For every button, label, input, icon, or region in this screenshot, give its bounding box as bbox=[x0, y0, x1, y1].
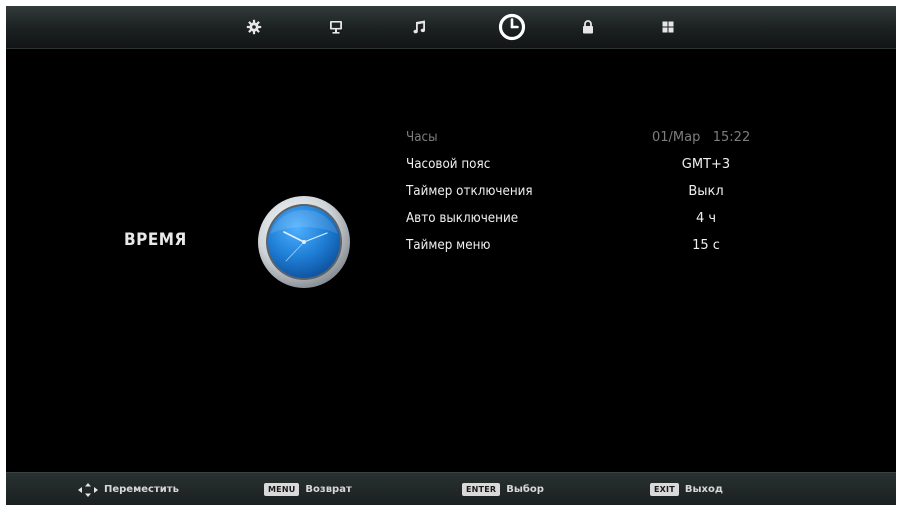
tab-display[interactable] bbox=[321, 12, 351, 42]
setting-value: 4 ч bbox=[695, 211, 717, 226]
setting-label: Часовой пояс bbox=[406, 157, 491, 172]
lock-icon bbox=[583, 20, 593, 34]
arrows-icon bbox=[78, 482, 98, 497]
tab-lock[interactable] bbox=[573, 12, 603, 42]
tv-menu-screen: ВРЕМЯ Часы 01/Мар 15:22 Часовой пояс GMT… bbox=[6, 6, 896, 505]
menu-tab-bar bbox=[6, 6, 896, 49]
key-help-bar: Переместить MENU Возврат ENTER Выбор EXI… bbox=[6, 472, 896, 505]
clock-icon bbox=[498, 13, 526, 41]
setting-label: Часы bbox=[406, 130, 438, 145]
hint-move-label: Переместить bbox=[104, 484, 179, 495]
setting-value: 15 с bbox=[692, 238, 720, 253]
hint-enter-label: Выбор bbox=[506, 484, 544, 495]
setting-row-auto-standby[interactable]: Авто выключение 4 ч bbox=[406, 205, 806, 232]
hint-menu-label: Возврат bbox=[305, 484, 352, 495]
setting-value: Выкл bbox=[688, 184, 724, 199]
hint-enter: ENTER Выбор bbox=[462, 473, 544, 505]
music-note-icon bbox=[413, 20, 426, 34]
setting-label: Авто выключение bbox=[406, 211, 519, 226]
tab-picture-settings[interactable] bbox=[239, 12, 269, 42]
exit-key-badge: EXIT bbox=[650, 483, 679, 496]
setting-value: GMT+3 bbox=[681, 157, 731, 172]
page-title: ВРЕМЯ bbox=[124, 230, 187, 250]
apps-grid-icon bbox=[662, 21, 674, 33]
hint-menu: MENU Возврат bbox=[264, 473, 352, 505]
setting-row-menu-timer[interactable]: Таймер меню 15 с bbox=[406, 232, 806, 259]
setting-value: 01/Мар 15:22 bbox=[652, 130, 751, 145]
setting-row-clock: Часы 01/Мар 15:22 bbox=[406, 124, 806, 151]
monitor-icon bbox=[330, 21, 342, 34]
hint-move: Переместить bbox=[78, 473, 179, 505]
setting-row-timezone[interactable]: Часовой пояс GMT+3 bbox=[406, 151, 806, 178]
tab-applications[interactable] bbox=[653, 12, 683, 42]
analog-clock-icon bbox=[256, 194, 352, 290]
enter-key-badge: ENTER bbox=[462, 483, 501, 496]
tab-sound[interactable] bbox=[404, 12, 434, 42]
tab-time[interactable] bbox=[495, 10, 529, 44]
time-settings-list: Часы 01/Мар 15:22 Часовой пояс GMT+3 Тай… bbox=[406, 124, 806, 259]
hint-exit: EXIT Выход bbox=[650, 473, 723, 505]
setting-row-sleep-timer[interactable]: Таймер отключения Выкл bbox=[406, 178, 806, 205]
setting-label: Таймер меню bbox=[406, 238, 491, 253]
menu-key-badge: MENU bbox=[264, 483, 300, 496]
gear-icon bbox=[246, 19, 262, 35]
setting-label: Таймер отключения bbox=[406, 184, 533, 199]
hint-exit-label: Выход bbox=[684, 484, 723, 495]
